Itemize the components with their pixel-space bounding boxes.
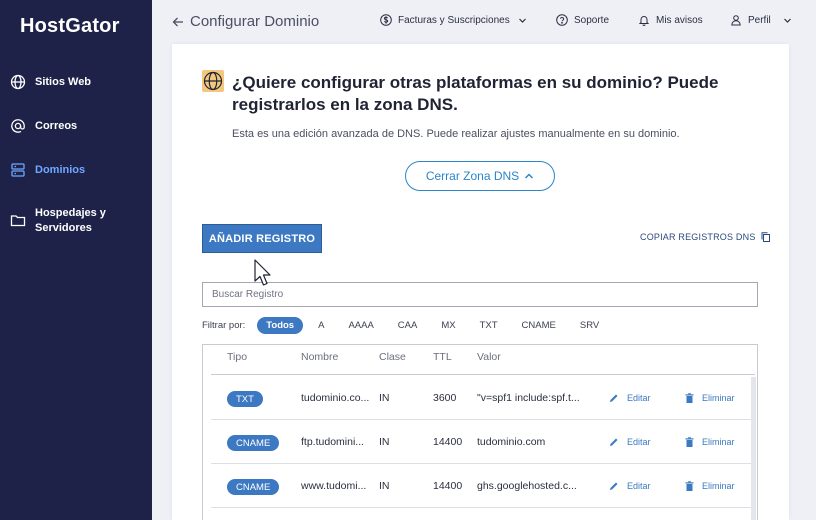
search-record-input[interactable] [202, 282, 758, 307]
record-class: IN [379, 392, 390, 404]
globe-icon [10, 74, 26, 90]
table-row: TXT tudominio.co... IN 3600 "v=spf1 incl… [211, 376, 755, 420]
record-class: IN [379, 480, 390, 492]
chevron-up-icon [525, 173, 534, 179]
filter-chip-caa[interactable]: CAA [389, 317, 427, 334]
filter-chip-txt[interactable]: TXT [471, 317, 507, 334]
bell-icon [638, 16, 650, 26]
filter-chip-aaaa[interactable]: AAAA [339, 317, 382, 334]
user-icon [731, 15, 741, 26]
dollar-circle-icon [380, 14, 392, 26]
arrow-left-icon [172, 17, 183, 26]
column-header-tipo: Tipo [227, 351, 248, 363]
record-value: ghs.googlehosted.c... [477, 480, 577, 492]
filter-chip-srv[interactable]: SRV [571, 317, 608, 334]
folder-icon [10, 215, 26, 227]
pencil-icon [610, 482, 618, 490]
dns-heading: ¿Quiere configurar otras plataformas en … [232, 73, 719, 114]
record-value: tudominio.com [477, 436, 546, 448]
back-link[interactable]: Configurar Dominio [172, 13, 319, 30]
pencil-icon [610, 438, 618, 446]
sidebar-item-label: Dominios [35, 164, 86, 176]
copy-icon [761, 232, 770, 242]
help-circle-icon [556, 14, 568, 26]
filter-label: Filtrar por: [202, 319, 246, 331]
filter-chip-todos[interactable]: Todos [257, 316, 304, 334]
trash-icon [685, 393, 694, 403]
copy-dns-records-button[interactable]: COPIAR REGISTROS DNS [640, 232, 770, 242]
chevron-down-icon [518, 18, 526, 23]
delete-record-button[interactable]: Eliminar [685, 481, 735, 491]
sidebar-item-correos[interactable]: Correos [0, 118, 152, 134]
table-row: CNAME ftp.tudomini... IN 14400 tudominio… [211, 420, 755, 464]
hostgator-logo[interactable]: HostGator [20, 15, 120, 38]
add-record-button[interactable]: AÑADIR REGISTRO [202, 224, 322, 253]
sidebar-item-label: Hospedajes y Servidores [35, 207, 106, 234]
record-type-badge: CNAME [227, 479, 280, 495]
filter-chip-a[interactable]: A [309, 317, 333, 334]
edit-record-button[interactable]: Editar [609, 393, 651, 403]
pencil-icon [610, 394, 618, 402]
record-value: "v=spf1 include:spf.t... [477, 392, 580, 404]
notices-link[interactable]: Mis avisos [638, 14, 703, 26]
record-ttl: 14400 [433, 436, 463, 448]
record-ttl: 3600 [433, 392, 457, 404]
record-name: ftp.tudomini... [301, 436, 365, 448]
table-header-divider [211, 374, 755, 375]
close-dns-zone-button[interactable]: Cerrar Zona DNS [405, 161, 555, 191]
column-header-nombre: Nombre [301, 351, 339, 363]
sidebar-item-dominios[interactable]: Dominios [0, 162, 152, 178]
delete-record-button[interactable]: Eliminar [685, 393, 735, 403]
dns-description: Esta es una edición avanzada de DNS. Pue… [232, 128, 680, 140]
table-row: CNAME www.tudomi... IN 14400 ghs.googleh… [211, 464, 755, 508]
column-header-ttl: TTL [433, 351, 452, 363]
sidebar: HostGator Sitios Web Correos Dominios Ho… [0, 0, 152, 520]
mouse-cursor-icon [254, 259, 271, 286]
sidebar-item-label: Correos [35, 120, 78, 132]
table-scrollbar[interactable] [751, 377, 756, 520]
globe-icon [203, 71, 223, 91]
globe-badge [202, 70, 224, 92]
delete-record-button[interactable]: Eliminar [685, 437, 735, 447]
sidebar-item-label: Sitios Web [35, 76, 92, 88]
record-type-badge: TXT [227, 391, 263, 407]
record-name: tudominio.co... [301, 392, 370, 404]
sidebar-item-sitios-web[interactable]: Sitios Web [0, 74, 152, 90]
filter-bar: Filtrar por: Todos A AAAA CAA MX TXT CNA… [202, 316, 614, 334]
record-class: IN [379, 436, 390, 448]
column-header-valor: Valor [477, 351, 501, 363]
chevron-down-icon [783, 18, 791, 23]
page-title: Configurar Dominio [190, 13, 320, 30]
dns-records-table: Tipo Nombre Clase TTL Valor TXT tudomini… [202, 344, 758, 520]
record-ttl: 14400 [433, 480, 463, 492]
server-icon [11, 163, 25, 177]
sidebar-item-hospedajes[interactable]: Hospedajes y Servidores [0, 205, 152, 236]
billing-menu[interactable]: Facturas y Suscripciones [380, 14, 527, 26]
edit-record-button[interactable]: Editar [609, 481, 651, 491]
record-name: www.tudomi... [301, 480, 367, 492]
trash-icon [685, 481, 694, 491]
filter-chip-mx[interactable]: MX [432, 317, 464, 334]
support-link[interactable]: Soporte [556, 14, 609, 26]
edit-record-button[interactable]: Editar [609, 437, 651, 447]
profile-menu[interactable]: Perfil [730, 14, 792, 26]
column-header-clase: Clase [379, 351, 406, 363]
filter-chip-cname[interactable]: CNAME [513, 317, 565, 334]
at-icon [11, 119, 25, 133]
trash-icon [685, 437, 694, 447]
top-bar: Configurar Dominio Facturas y Suscripcio… [152, 0, 816, 44]
record-type-badge: CNAME [227, 435, 280, 451]
